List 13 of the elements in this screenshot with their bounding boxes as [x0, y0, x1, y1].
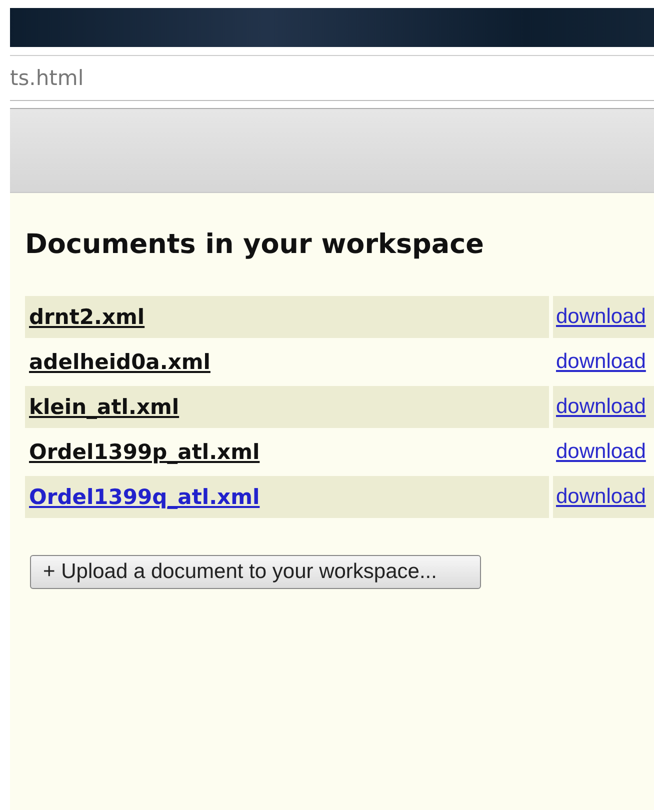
download-link[interactable]: download: [556, 395, 646, 419]
download-link[interactable]: download: [556, 350, 646, 374]
file-link[interactable]: klein_atl.xml: [29, 395, 180, 419]
download-link[interactable]: download: [556, 305, 646, 329]
upload-button[interactable]: + Upload a document to your workspace...: [30, 555, 481, 589]
download-link[interactable]: download: [556, 485, 646, 509]
file-link[interactable]: Ordel1399q_atl.xml: [29, 485, 260, 509]
download-link[interactable]: download: [556, 440, 646, 464]
address-bar[interactable]: ts.html: [10, 55, 654, 101]
file-link[interactable]: Ordel1399p_atl.xml: [29, 440, 260, 464]
page-heading: Documents in your workspace: [25, 229, 485, 260]
file-link[interactable]: adelheid0a.xml: [29, 350, 210, 374]
file-link[interactable]: drnt2.xml: [29, 305, 145, 329]
